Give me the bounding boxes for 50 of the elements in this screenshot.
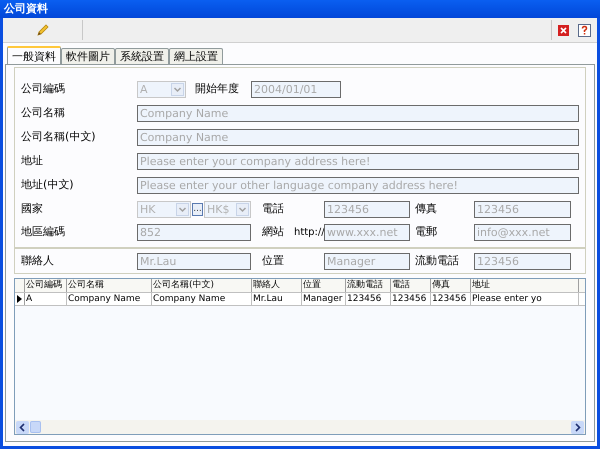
column-header[interactable]: 傳真 bbox=[431, 279, 471, 292]
column-header[interactable]: 電話 bbox=[391, 279, 431, 292]
tab[interactable]: 軟件圖片 bbox=[61, 48, 115, 64]
field-label: 傳真 bbox=[414, 200, 438, 217]
field-label: 地址 bbox=[21, 152, 44, 169]
table-cell: Company Name bbox=[67, 293, 152, 305]
field-label: 電郵 bbox=[414, 224, 438, 240]
table-cell: 123456 bbox=[346, 293, 391, 305]
close-icon[interactable] bbox=[558, 24, 569, 36]
chevron-down-icon bbox=[176, 202, 189, 216]
tab[interactable]: 網上設置 bbox=[169, 48, 223, 64]
scroll-thumb[interactable] bbox=[30, 421, 41, 433]
field-label: 位置 bbox=[261, 252, 285, 269]
chevron-down-icon bbox=[171, 82, 184, 96]
table-cell: Mr.Lau bbox=[252, 293, 302, 305]
field-label: 地區編碼 bbox=[21, 224, 66, 240]
column-header[interactable]: 地址 bbox=[471, 279, 579, 292]
tab[interactable]: 系統設置 bbox=[115, 48, 169, 64]
chevron-left-icon[interactable] bbox=[16, 420, 29, 434]
field-label: 公司編碼 bbox=[21, 80, 66, 97]
field-label: 公司名稱(中文) bbox=[21, 128, 97, 145]
chevron-down-icon bbox=[236, 202, 249, 216]
field-label: 網站 bbox=[261, 224, 285, 240]
column-header[interactable]: 位置 bbox=[302, 279, 346, 292]
field-label: 流動電話 bbox=[414, 252, 460, 269]
url-prefix: http:// bbox=[294, 226, 324, 240]
column-header[interactable]: 聯絡人 bbox=[252, 279, 302, 292]
browse-button[interactable]: ... bbox=[192, 202, 203, 216]
horizontal-scrollbar[interactable] bbox=[15, 420, 585, 434]
pencil-icon[interactable] bbox=[36, 23, 50, 37]
table-cell: Manager bbox=[302, 293, 346, 305]
table-cell: Please enter yo bbox=[471, 293, 579, 305]
column-header[interactable]: 公司編碼 bbox=[25, 279, 67, 292]
table-cell: A bbox=[25, 293, 67, 305]
table-cell: Company Name bbox=[152, 293, 252, 305]
window-title: 公司資料 bbox=[4, 0, 48, 17]
column-header[interactable]: 公司名稱(中文) bbox=[152, 279, 252, 292]
table-cell: 123456 bbox=[431, 293, 471, 305]
field-label: 公司名稱 bbox=[21, 104, 66, 121]
tab[interactable]: 一般資料 bbox=[7, 46, 61, 64]
field-label: 國家 bbox=[21, 200, 44, 217]
field-label: 開始年度 bbox=[195, 80, 240, 97]
column-header[interactable]: 公司名稱 bbox=[67, 279, 152, 292]
table-cell: 123456 bbox=[391, 293, 431, 305]
field-label: 電話 bbox=[261, 200, 285, 217]
column-header[interactable]: 流動電話 bbox=[346, 279, 391, 292]
field-label: 聯絡人 bbox=[21, 252, 55, 269]
field-label: 地址(中文) bbox=[21, 176, 75, 193]
help-icon[interactable] bbox=[578, 24, 591, 36]
chevron-right-icon[interactable] bbox=[571, 420, 584, 434]
